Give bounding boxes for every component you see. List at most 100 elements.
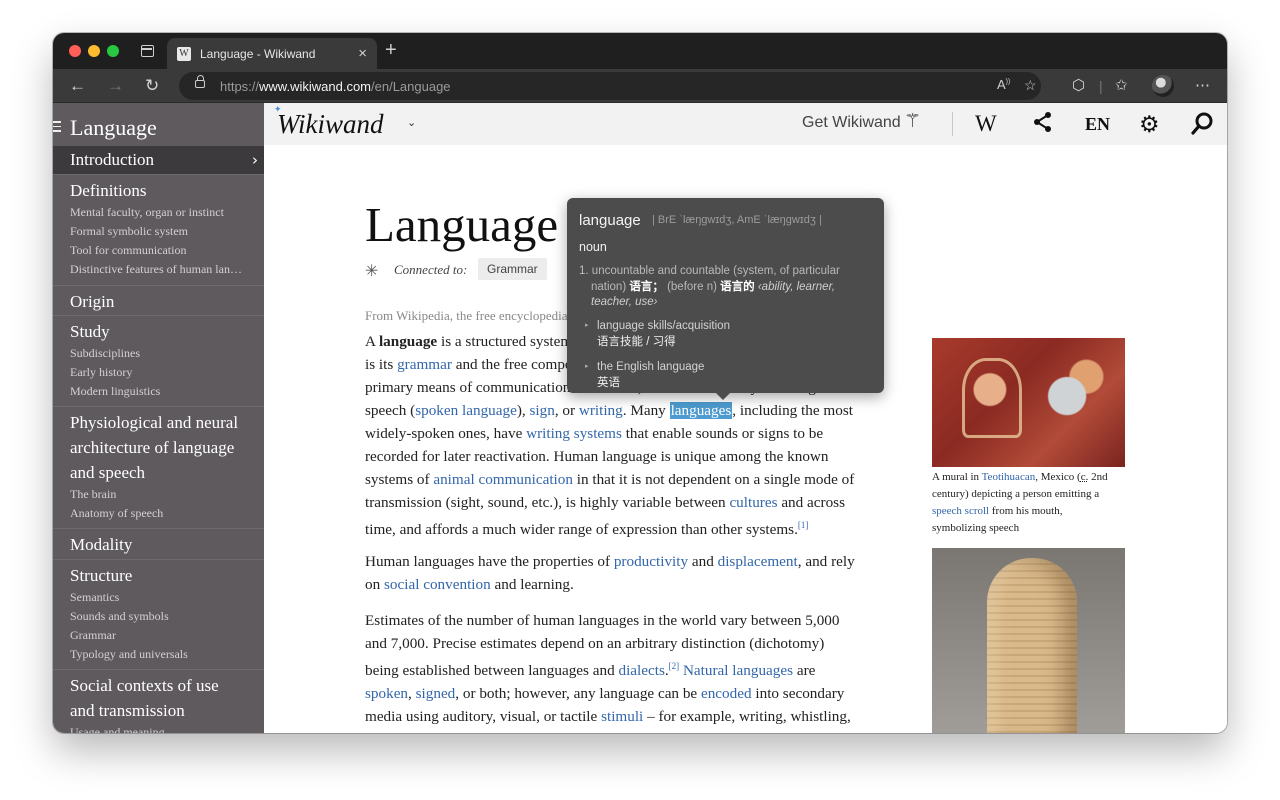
minimize-window-button[interactable] xyxy=(88,45,100,57)
toc-subitem[interactable]: Early history xyxy=(53,363,247,382)
citation-link[interactable]: [1] xyxy=(798,520,809,530)
toc-subitem[interactable]: Distinctive features of human language xyxy=(53,260,247,279)
toc-subitem[interactable]: Grammar xyxy=(53,626,247,645)
reload-icon[interactable]: ↻ xyxy=(145,76,159,96)
wikiwand-favicon-icon: W xyxy=(177,47,191,61)
chevron-down-icon[interactable]: ⌄ xyxy=(407,116,416,129)
toc-header[interactable]: Language xyxy=(53,109,264,145)
toc-menu-icon[interactable] xyxy=(53,121,61,135)
profile-avatar[interactable] xyxy=(1152,75,1174,97)
wikipedia-icon[interactable]: W xyxy=(975,111,997,137)
language-selector[interactable]: EN xyxy=(1085,111,1110,137)
article-link[interactable]: social convention xyxy=(384,576,491,593)
text-run: is its xyxy=(365,356,398,373)
search-icon[interactable] xyxy=(1191,111,1215,142)
text-run: , including the most xyxy=(732,402,853,419)
toc-subitem[interactable]: Tool for communication xyxy=(53,241,247,260)
connected-chip[interactable]: Grammar xyxy=(478,258,547,280)
mural-image[interactable] xyxy=(932,338,1125,467)
toc-item-structure[interactable]: Structure Semantics Sounds and symbols G… xyxy=(53,559,264,664)
toc-item-label: Introduction xyxy=(70,150,155,169)
article-link[interactable]: productivity xyxy=(614,553,688,570)
forward-icon[interactable]: → xyxy=(107,76,124,96)
article-link[interactable]: Teotihuacan xyxy=(982,471,1036,483)
more-icon[interactable]: ⋯ xyxy=(1195,76,1210,96)
article-link[interactable]: animal communication xyxy=(433,471,573,488)
article-link[interactable]: sign xyxy=(529,402,554,419)
text-line: and 7,000. Precise estimates depend on a… xyxy=(365,632,913,655)
article-link[interactable]: writing xyxy=(579,402,623,419)
article-link[interactable]: stimuli xyxy=(601,708,643,725)
toc-item-introduction[interactable]: Introduction › xyxy=(53,146,264,174)
magic-wand-icon[interactable]: ⚚ xyxy=(904,110,921,133)
url-text[interactable]: https://www.wikiwand.com/en/Language xyxy=(220,79,451,94)
text-run: from his mouth, xyxy=(989,505,1063,517)
dictionary-popup[interactable]: language | BrE ˈlæŋɡwɪdʒ, AmE ˈlæŋɡwɪdʒ … xyxy=(567,198,884,400)
text-line: widely-spoken ones, have writing systems… xyxy=(365,422,913,445)
toc-subitem[interactable]: Sounds and symbols xyxy=(53,607,247,626)
text-line: being established between languages and … xyxy=(365,655,913,682)
toc-subitem[interactable]: Usage and meaning xyxy=(53,723,247,733)
read-aloud-icon[interactable]: A)) xyxy=(997,77,1010,92)
chevron-right-icon: › xyxy=(252,151,258,169)
article-link[interactable]: Natural languages xyxy=(683,662,793,679)
text-run: being established between languages and xyxy=(365,662,619,680)
text-run: – for example, writing, whistling, xyxy=(643,708,851,726)
text-run: in that it is not dependent on a single … xyxy=(572,471,855,488)
toc-subitem[interactable]: Formal symbolic system xyxy=(53,222,247,241)
text-line: symbolizing speech xyxy=(932,520,1132,537)
maximize-window-button[interactable] xyxy=(107,45,119,57)
toc-item-label: Structure xyxy=(70,566,133,585)
toc-item-label: Definitions xyxy=(70,181,147,200)
back-icon[interactable]: ← xyxy=(69,76,86,96)
text-line: on social convention and learning. xyxy=(365,573,913,596)
address-bar[interactable]: https://www.wikiwand.com/en/Language A))… xyxy=(179,72,1041,100)
web-page: Language Introduction › Definitions Ment… xyxy=(53,103,1227,733)
toc-subitem[interactable]: Typology and universals xyxy=(53,645,247,664)
article-link[interactable]: encoded xyxy=(701,685,752,702)
article-link[interactable]: dialects xyxy=(618,662,664,679)
toc-item-physiological[interactable]: Physiological and neural architecture of… xyxy=(53,406,264,523)
highlighted-link[interactable]: languages xyxy=(669,402,733,419)
toc-item-origin[interactable]: Origin xyxy=(53,285,264,314)
tab-language[interactable]: W Language - Wikiwand × xyxy=(167,38,377,69)
tab-actions-icon[interactable] xyxy=(141,45,154,57)
toc-subitem[interactable]: Subdisciplines xyxy=(53,344,247,363)
citation-link[interactable]: [2] xyxy=(669,661,680,671)
toc-item-social-contexts[interactable]: Social contexts of use and transmission … xyxy=(53,669,264,733)
favorites-icon[interactable]: ✩ xyxy=(1115,76,1128,96)
article-link[interactable]: spoken xyxy=(365,685,408,702)
toc-item-definitions[interactable]: Definitions Mental faculty, organ or ins… xyxy=(53,174,264,279)
toc-subitem[interactable]: Mental faculty, organ or instinct xyxy=(53,203,247,222)
close-window-button[interactable] xyxy=(69,45,81,57)
toc-subitem[interactable]: The brain xyxy=(53,485,247,504)
add-favorite-icon[interactable]: ☆ xyxy=(1024,77,1037,94)
lock-icon[interactable] xyxy=(195,75,205,88)
article-link[interactable]: displacement xyxy=(718,553,798,570)
article-link[interactable]: spoken language xyxy=(415,402,517,419)
extensions-icon[interactable]: ⬡ xyxy=(1072,76,1085,96)
article-link[interactable]: grammar xyxy=(397,356,452,373)
article-link[interactable]: signed xyxy=(416,685,456,702)
wikiwand-logo[interactable]: Wikiwand xyxy=(277,109,384,140)
toc-item-study[interactable]: Study Subdisciplines Early history Moder… xyxy=(53,315,264,401)
text-run: 2nd xyxy=(1088,471,1108,483)
text-run: time, and affords a much wider range of … xyxy=(365,521,798,539)
toc-subitem[interactable]: Anatomy of speech xyxy=(53,504,247,523)
toc-subitem[interactable]: Modern linguistics xyxy=(53,382,247,401)
toc-item-modality[interactable]: Modality xyxy=(53,528,264,557)
article-link[interactable]: cultures xyxy=(729,494,777,511)
text-run: . Many xyxy=(622,402,670,419)
share-icon[interactable] xyxy=(1033,111,1053,140)
get-wikiwand-button[interactable]: Get Wikiwand xyxy=(802,114,901,132)
gear-icon[interactable]: ⚙ xyxy=(1139,111,1160,137)
cuneiform-cylinder-image[interactable] xyxy=(932,548,1125,733)
close-tab-icon[interactable]: × xyxy=(358,45,367,62)
toc-subitem[interactable]: Semantics xyxy=(53,588,247,607)
new-tab-icon[interactable]: + xyxy=(385,40,397,60)
wikiwand-header: ✦ Wikiwand ⌄ Get Wikiwand ⚚ W EN ⚙ xyxy=(264,103,1227,145)
text-run: and xyxy=(688,553,718,570)
article-link[interactable]: speech scroll xyxy=(932,505,989,517)
text-run: A mural in xyxy=(932,471,982,483)
article-link[interactable]: writing systems xyxy=(526,425,622,442)
